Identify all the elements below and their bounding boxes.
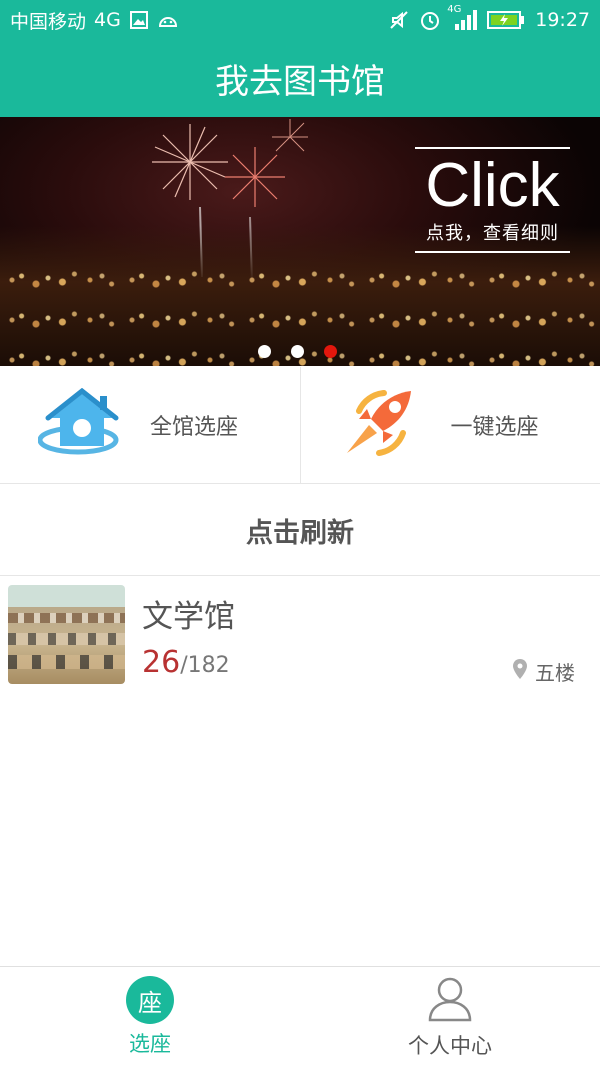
click-heading: Click — [425, 151, 560, 220]
seat-icon-text: 座 — [138, 988, 162, 1017]
click-subtitle: 点我，查看细则 — [426, 223, 559, 244]
library-thumbnail — [8, 585, 125, 684]
tab-personal-center[interactable]: 个人中心 — [300, 967, 600, 1067]
image-icon — [129, 10, 149, 30]
one-click-seat-label: 一键选座 — [450, 415, 539, 440]
mute-icon — [389, 10, 409, 30]
network-label: 4G — [94, 9, 121, 31]
carousel-dot[interactable] — [258, 345, 271, 358]
carousel-dot[interactable] — [291, 345, 304, 358]
all-library-seat-button[interactable]: 全馆选座 — [0, 367, 300, 483]
tab-seat-select-label: 选座 — [129, 1032, 171, 1056]
carrier-label: 中国移动 — [10, 10, 87, 33]
library-name: 文学馆 — [142, 599, 235, 635]
android-icon — [157, 12, 179, 28]
refresh-button[interactable]: 点击刷新 — [0, 485, 600, 576]
promo-banner[interactable]: Click 点我，查看细则 — [0, 117, 600, 366]
app-header: 我去图书馆 — [0, 40, 600, 117]
seat-icon: 座 — [126, 976, 174, 1024]
location-pin-icon — [513, 659, 527, 684]
battery-charging-icon — [487, 10, 525, 30]
tab-personal-center-label: 个人中心 — [408, 1034, 492, 1058]
one-click-seat-button[interactable]: 一键选座 — [299, 367, 600, 483]
total-seats: /182 — [180, 653, 230, 678]
library-location: 五楼 — [513, 657, 575, 686]
status-bar: 中国移动 4G 4G 19:27 — [0, 0, 600, 40]
location-label: 五楼 — [535, 661, 575, 685]
rocket-icon — [339, 381, 423, 469]
clock-time: 19:27 — [535, 9, 590, 31]
refresh-label: 点击刷新 — [246, 517, 354, 549]
alarm-icon — [419, 9, 441, 31]
seat-count: 26/182 — [142, 645, 230, 680]
available-seats: 26 — [142, 645, 181, 680]
signal-label: 4G — [447, 4, 462, 15]
quick-actions: 全馆选座 一键选座 — [0, 367, 600, 484]
signal-icon: 4G — [447, 4, 478, 30]
bottom-tab-bar: 座 选座 个人中心 — [0, 966, 600, 1067]
all-library-seat-label: 全馆选座 — [150, 415, 239, 440]
carousel-dot-active[interactable] — [324, 345, 337, 358]
click-overlay[interactable]: Click 点我，查看细则 — [415, 147, 570, 253]
page-title: 我去图书馆 — [215, 62, 385, 102]
house-icon — [37, 387, 122, 462]
carousel-indicators — [258, 345, 337, 358]
tab-seat-select[interactable]: 座 选座 — [0, 967, 300, 1067]
library-card[interactable]: 文学馆 26/182 五楼 — [0, 577, 600, 689]
person-icon — [426, 974, 474, 1026]
